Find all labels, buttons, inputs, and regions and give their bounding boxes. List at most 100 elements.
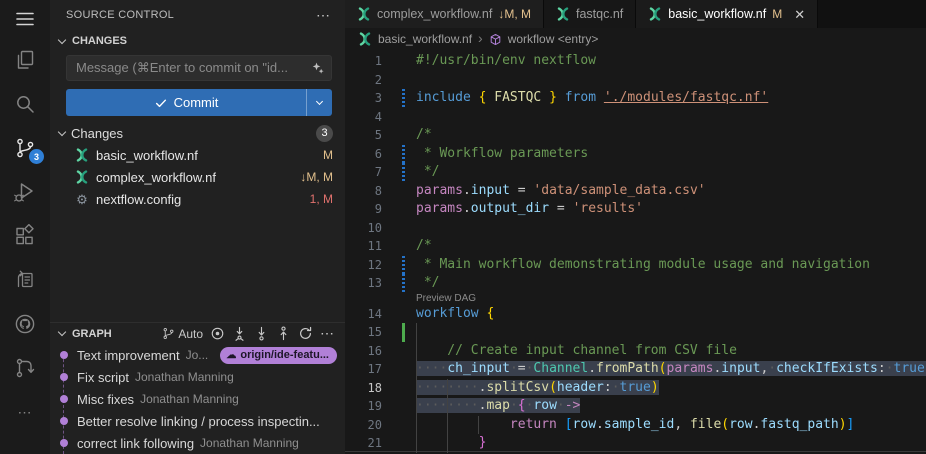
code-line-16[interactable]: 16 // Create input channel from CSV file [345,342,926,361]
commit-button-main[interactable]: Commit [66,89,306,116]
commit-row[interactable]: Text improvementJo...☁origin/ide-featu..… [50,344,345,366]
code-line-21[interactable]: 21 } [345,434,926,453]
changes-tree-header[interactable]: Changes 3 [50,122,345,144]
chevron-down-icon [58,35,66,43]
code-line-17[interactable]: 17····ch_input·=·Channel.fromPath(params… [345,360,926,379]
tab-label: fastqc.nf [576,7,623,21]
change-file-row[interactable]: basic_workflow.nfM [50,144,345,166]
extensions-icon [13,224,37,248]
line-number: 19 [345,397,382,416]
git-status-decoration: 1, M [310,192,333,206]
scm-count-badge: 3 [29,149,44,164]
code-line-4[interactable]: 4 [345,108,926,127]
line-number: 8 [345,182,382,201]
commit-button[interactable]: Commit [66,89,332,116]
breadcrumb-symbol[interactable]: workflow <entry> [508,32,599,46]
explorer-icon [13,48,37,72]
file-name[interactable]: nextflow.config [96,192,302,207]
file-name[interactable]: basic_workflow.nf [96,148,315,163]
graph-section-header[interactable]: GRAPH Auto⋯ [50,322,345,344]
run-and-debug-icon [13,180,37,204]
git-added-gutter [402,323,405,342]
commit-button-label: Commit [174,95,219,110]
code-line-11[interactable]: 11/* [345,237,926,256]
menu-icon[interactable] [0,0,50,38]
code-line-20[interactable]: 20 return [row.sample_id, file(row.fastq… [345,416,926,435]
more-icon: ⋯ [18,404,33,421]
graph-action-goto-current[interactable] [208,325,227,342]
sidebar-more-icon[interactable]: ⋯ [316,7,331,24]
nextflow-file-icon [648,7,662,21]
commit-row[interactable]: Better resolve linking / process inspect… [50,410,345,432]
activity-item-github[interactable] [0,302,50,346]
code-line-2[interactable]: 2 [345,71,926,90]
activity-item-extensions[interactable] [0,214,50,258]
code-line-14[interactable]: 14workflow { [345,305,926,324]
code-line-13[interactable]: 13 */ [345,274,926,293]
change-file-row[interactable]: complex_workflow.nf ↓M, M [50,166,345,188]
line-number: 3 [345,89,382,108]
activity-item-more[interactable]: ⋯ [0,390,50,434]
breadcrumb[interactable]: basic_workflow.nf › workflow <entry> [345,28,926,50]
commit-message-input[interactable]: Message (⌘Enter to commit on "id... [66,55,332,81]
commit-graph-list: Text improvementJo...☁origin/ide-featu..… [50,344,345,454]
line-number: 14 [345,305,382,324]
code-line-18[interactable]: 18········.splitCsv(header:·true) [345,379,926,398]
commit-dropdown-button[interactable] [306,89,332,116]
commit-message-placeholder: Message (⌘Enter to commit on "id... [76,60,311,76]
commit-author: Jonathan Manning [135,370,234,384]
tab-close-icon[interactable]: ✕ [794,8,805,21]
graph-action-auto-repo[interactable]: Auto [160,326,205,342]
code-line-5[interactable]: 5/* [345,126,926,145]
code-line-15[interactable]: 15 [345,323,926,342]
editor-tab-fastqc.nf[interactable]: fastqc.nf [544,0,636,28]
activity-item-explorer[interactable] [0,38,50,82]
graph-action-pull[interactable] [252,325,271,342]
commit-row[interactable]: correct link followingJonathan Manning [50,432,345,454]
breadcrumb-separator: › [478,30,483,46]
sparkle-icon[interactable] [311,61,325,75]
activity-item-run-and-debug[interactable] [0,170,50,214]
activity-item-source-control[interactable]: 3 [0,126,50,170]
activity-item-document-sync[interactable] [0,258,50,302]
code-line-6[interactable]: 6 * Workflow parameters [345,145,926,164]
branch-ref-pill[interactable]: ☁origin/ide-featu... [220,347,337,364]
commit-dot [50,439,77,447]
file-name[interactable]: complex_workflow.nf [96,170,292,185]
graph-action-push[interactable] [274,325,293,342]
line-number: 12 [345,256,382,275]
editor-tab-complex_workflow.nf[interactable]: complex_workflow.nf↓M, M [345,0,544,28]
git-status-decoration: ↓M, M [300,170,333,184]
line-number: 7 [345,163,382,182]
commit-message: Better resolve linking / process inspect… [77,414,320,429]
activity-item-git-graph[interactable] [0,346,50,390]
graph-action-more-actions[interactable]: ⋯ [318,324,337,343]
refresh-icon [298,326,313,341]
code-line-10[interactable]: 10 [345,219,926,238]
graph-action-fetch[interactable] [230,325,249,342]
breadcrumb-file[interactable]: basic_workflow.nf [378,32,472,46]
code-line-3[interactable]: 3include { FASTQC } from './modules/fast… [345,89,926,108]
commit-dot [50,373,77,381]
source-control-sidebar: SOURCE CONTROL ⋯ CHANGES Message (⌘Enter… [50,0,345,454]
code-line-9[interactable]: 9params.output_dir = 'results' [345,200,926,219]
changes-section-header[interactable]: CHANGES [50,30,345,52]
code-line-19[interactable]: 19········.map·{·row·-> [345,397,926,416]
editor-tab-basic_workflow.nf[interactable]: basic_workflow.nfM✕ [636,0,818,28]
commit-row[interactable]: Misc fixesJonathan Manning [50,388,345,410]
code-line-1[interactable]: 1#!/usr/bin/env nextflow [345,52,926,71]
activity-item-search[interactable] [0,82,50,126]
line-number: 16 [345,342,382,361]
push-icon [276,326,291,341]
line-number: 5 [345,126,382,145]
code-line-8[interactable]: 8params.input = 'data/sample_data.csv' [345,182,926,201]
check-icon [154,96,168,110]
change-file-row[interactable]: ⚙nextflow.config1, M [50,188,345,210]
indent-guide [478,416,479,435]
commit-row[interactable]: Fix scriptJonathan Manning [50,366,345,388]
code-line-12[interactable]: 12 * Main workflow demonstrating module … [345,256,926,275]
graph-action-refresh[interactable] [296,325,315,342]
codelens-preview-dag[interactable]: Preview DAG [345,293,926,305]
code-area[interactable]: 1#!/usr/bin/env nextflow23include { FAST… [345,50,926,454]
code-line-7[interactable]: 7 */ [345,163,926,182]
